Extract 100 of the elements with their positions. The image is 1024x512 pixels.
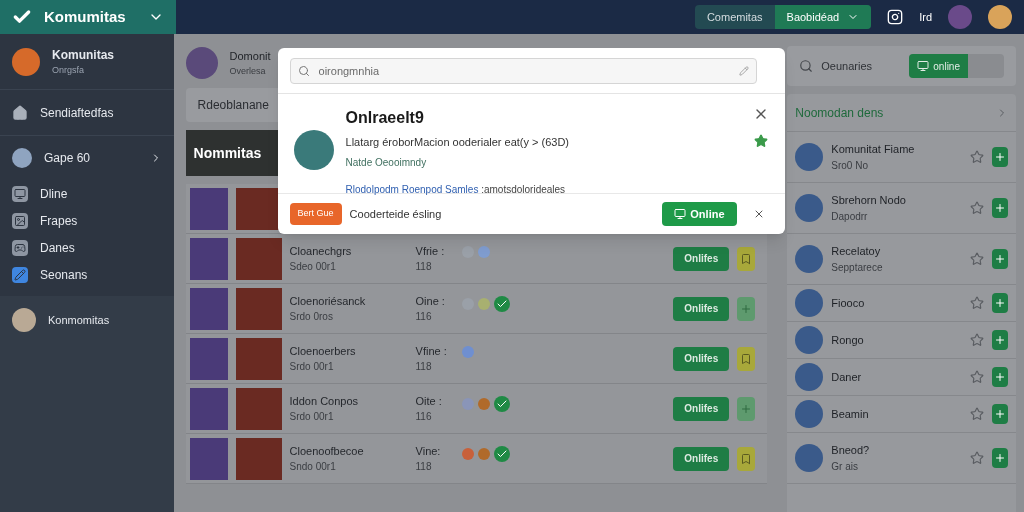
search-field[interactable]: oirongmnhia [289,57,757,84]
dialog-link[interactable]: Rlodolpodm Roenpod Samles [345,183,479,195]
online-button[interactable]: Online [662,202,737,226]
star-icon[interactable] [753,134,768,148]
star-icon[interactable] [970,150,984,164]
add-button[interactable] [737,296,756,321]
image-icon [12,212,28,229]
contact-name: Rongo [831,332,864,348]
status-label: Vfine : [415,343,448,359]
avatar [12,47,40,76]
avatar [185,47,218,79]
monitor-icon [674,208,687,220]
plus-icon [994,334,1006,346]
segment-tab[interactable]: Baobidéad [774,5,872,29]
pin-button[interactable] [737,446,756,471]
add-button[interactable] [992,249,1008,269]
add-button[interactable] [992,448,1008,468]
game-cover [189,237,228,280]
add-button[interactable] [992,147,1008,167]
pin-button[interactable] [737,346,756,371]
status-label: Vfrie : [415,243,446,259]
search-field[interactable]: Oeunaries [821,57,902,75]
toggle-button[interactable]: online [909,54,1004,78]
row-action-button[interactable]: Onlifes [673,346,730,371]
row-action-button[interactable]: Onlifes [673,446,730,471]
nav-item[interactable]: Danes [0,234,174,261]
contact-name: Bneod? [831,443,870,459]
dialog-subtitle: Natde Oeooimndy [345,155,428,170]
gamepad-icon [12,239,28,256]
bookmark-icon [740,352,753,365]
plus-icon [994,408,1006,420]
camera-icon[interactable] [887,9,904,25]
plus-icon [994,151,1006,163]
star-icon[interactable] [970,296,984,310]
pin-button[interactable] [737,246,756,271]
avatar [293,130,334,170]
brand-name: Komumitas [44,6,126,27]
check-icon [493,396,510,412]
star-icon[interactable] [970,201,984,215]
row-action-button[interactable]: Onlifes [673,246,730,271]
game-cover [235,437,282,480]
avatar [795,444,824,472]
contact-status: Gr ais [831,459,859,474]
check-icon [493,296,510,312]
user-name: Konmomitas [48,313,110,328]
plus-icon [994,297,1006,309]
pencil-icon [738,65,749,76]
avatar [795,363,824,391]
status-count: 118 [415,260,433,275]
game-meta: Sdeo 00r1 [289,260,337,275]
status-label: Oite : [415,393,443,409]
game-cover [235,237,282,280]
contact-name: Fiooco [831,295,865,311]
status-label: Oine : [415,293,446,309]
add-button[interactable] [992,367,1008,387]
add-button[interactable] [992,330,1008,350]
status-count: 116 [415,410,433,425]
contact-name: Daner [831,369,862,385]
contact-name: Recelatoy [831,244,882,260]
add-button[interactable] [737,396,756,421]
home-icon [12,104,28,121]
dialog-note: Rlodolpodm Roenpod Samles :amotsdolorideales [345,182,567,197]
contact-name: Beamin [831,406,869,422]
row-action-button[interactable]: Onlifes [673,396,730,421]
add-button[interactable] [992,293,1008,313]
bookmark-icon [740,452,753,465]
star-icon[interactable] [970,407,984,421]
nav-item[interactable]: Frapes [0,207,174,234]
user-label[interactable]: Ird [919,8,932,26]
add-button[interactable] [992,198,1008,218]
star-icon[interactable] [970,451,984,465]
game-title: Iddon Conpos [289,393,360,409]
community-name: Domonit [229,49,271,64]
search-icon [297,64,310,77]
add-button[interactable] [992,404,1008,424]
group-icon [12,148,32,168]
contact-status: Sro0 No [831,158,869,173]
star-icon[interactable] [970,252,984,266]
plus-icon [740,302,753,315]
nav-item[interactable]: Seonans [0,261,174,288]
game-title: Cloenoriésanck [289,293,367,309]
plus-icon [994,202,1006,214]
avatar [948,5,972,29]
row-action-button[interactable]: Onlifes [673,296,730,321]
avatar [795,245,824,273]
monitor-icon [12,185,28,202]
segment-tab[interactable]: Comemitas [694,5,775,29]
plus-icon [994,253,1006,265]
star-icon[interactable] [970,333,984,347]
nav-item[interactable]: Dline [0,180,174,207]
game-meta: Sndo 00r1 [289,460,337,475]
nav-group[interactable]: Gape 60 [0,136,174,180]
star-icon[interactable] [970,370,984,384]
game-cover [235,287,282,330]
bookmark-icon [740,252,753,265]
banner-image: Nommitas [185,130,278,176]
avatar [12,308,36,332]
nav-item[interactable]: Sendiaftedfas [0,90,174,136]
game-meta: Srdo 00r1 [289,360,335,375]
contact-name: Sbrehorn Nodo [831,193,906,209]
